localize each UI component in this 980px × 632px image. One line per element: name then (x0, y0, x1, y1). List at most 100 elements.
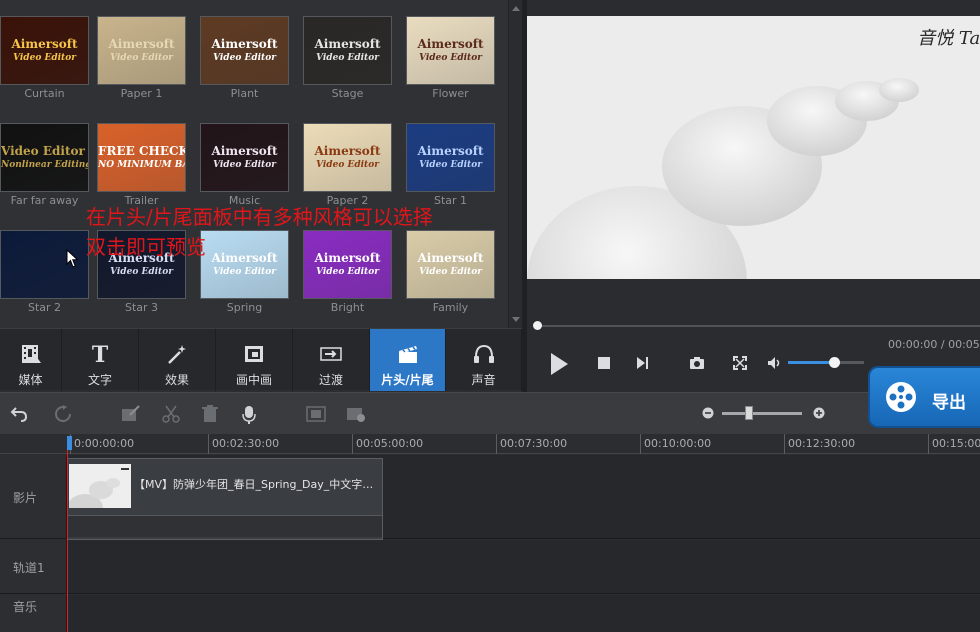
volume-level (788, 361, 834, 364)
tab-label: 文字 (87, 373, 112, 387)
template-thumbnail[interactable]: Aimersoft Video Editor (303, 16, 392, 85)
film-strip-icon (19, 343, 43, 365)
picture-in-picture-icon (242, 343, 266, 365)
scroll-up-icon[interactable] (512, 6, 520, 11)
template-thumbnail[interactable]: Aimersoft Video Editor (97, 16, 186, 85)
template-preview-subtitle: Video Editor (213, 267, 276, 277)
undo-icon[interactable] (10, 405, 28, 423)
zoom-handle[interactable] (745, 406, 753, 420)
ruler-label: 00:12:30:00 (788, 437, 856, 450)
seek-bar[interactable] (533, 321, 980, 330)
play-icon[interactable] (548, 351, 570, 377)
stop-icon[interactable] (597, 356, 611, 370)
timeline-ruler[interactable]: 0:00:00:00 00:02:30:00 00:05:00:00 00:07:30… (0, 434, 980, 454)
cut-icon[interactable] (162, 405, 180, 423)
template-preview-title: Aimersoft (211, 251, 278, 265)
tab-picture-in-picture[interactable]: 画中画 (216, 329, 293, 391)
template-label: Far far away (10, 194, 79, 207)
template-label: Spring (226, 301, 263, 314)
template-thumbnail[interactable]: Aimersoft Video Editor (200, 123, 289, 192)
tab-headphones[interactable]: 声音 (446, 329, 522, 391)
template-preview-subtitle: NO MINIMUM BALANCE FEES (98, 160, 185, 170)
zoom-out-icon[interactable] (702, 407, 714, 419)
template-preview-subtitle: Video Editor (419, 160, 482, 170)
ruler-label: 00:10:00:00 (644, 437, 712, 450)
template-thumbnail[interactable]: Video Editor Software Nonlinear Editing (0, 123, 89, 192)
track-header: 音乐 (0, 595, 67, 632)
export-button[interactable]: 导出 (868, 366, 980, 428)
seek-handle[interactable] (533, 321, 542, 330)
template-thumbnail[interactable]: Aimersoft Video Editor (406, 230, 495, 299)
template-preview-title: Aimersoft (108, 37, 175, 51)
library-scrollbar[interactable] (508, 0, 522, 328)
tab-transition[interactable]: 过渡 (293, 329, 370, 391)
template-label: Paper 1 (120, 87, 163, 100)
template-thumbnail[interactable]: FREE CHECKING NO MINIMUM BALANCE FEES (97, 123, 186, 192)
template-preview-title: Aimersoft (211, 37, 278, 51)
template-thumbnail[interactable]: Aimersoft Video Editor (406, 16, 495, 85)
track-header: 影片 (0, 455, 67, 538)
zoom-slider[interactable] (722, 412, 802, 415)
video-editor-window: Aimersoft Video Editor Curtain Aimersoft Vid… (0, 0, 980, 632)
preview-screen[interactable]: 音悦 Tai (527, 16, 980, 279)
microphone-icon[interactable] (241, 405, 257, 425)
edit-icon[interactable] (121, 405, 141, 423)
track-header: 轨道1 (0, 540, 67, 593)
video-clip[interactable]: 【MV】防弹少年团_春日_Spring_Day_中文字幕_... (67, 458, 383, 540)
template-thumbnail[interactable]: Aimersoft Video Editor (303, 123, 392, 192)
template-label: Bright (330, 301, 365, 314)
template-preview-subtitle: Video Editor (316, 160, 379, 170)
ruler-tick (352, 434, 353, 454)
template-preview-title: Aimersoft (314, 37, 381, 51)
next-frame-icon[interactable] (635, 356, 649, 370)
track-overlay-1: 轨道1 (0, 540, 980, 594)
template-thumbnail[interactable]: Aimersoft Video Editor (200, 16, 289, 85)
clapperboard-icon (396, 343, 420, 365)
settings-icon[interactable] (346, 405, 366, 423)
template-label: Stage (331, 87, 364, 100)
tab-label: 片头/片尾 (381, 373, 434, 387)
tab-label: 媒体 (18, 373, 43, 387)
template-preview-subtitle: Video Editor (13, 53, 76, 63)
track-music: 音乐 (0, 595, 980, 632)
tab-text-t[interactable]: T 文字 (62, 329, 139, 391)
volume-slider[interactable] (788, 357, 864, 368)
transition-icon (319, 343, 343, 365)
mouse-cursor-icon (66, 249, 79, 268)
tab-film-strip[interactable]: 媒体 (0, 329, 62, 391)
ruler-tick (496, 434, 497, 454)
template-preview-title: Aimersoft (417, 251, 484, 265)
volume-icon[interactable] (767, 356, 783, 370)
template-thumbnail[interactable]: Aimersoft Video Editor (406, 123, 495, 192)
tab-magic-wand[interactable]: 效果 (139, 329, 216, 391)
template-thumbnail[interactable]: Aimersoft Video Editor (200, 230, 289, 299)
svg-text:T: T (92, 343, 109, 365)
playhead-line[interactable] (67, 436, 68, 632)
panel-tabs: 媒体 T 文字 效果 画中画 过渡 片头/片尾 声音 (0, 328, 522, 391)
template-preview-title: Aimersoft (417, 144, 484, 158)
template-preview-title: Video Editor Software (1, 144, 88, 158)
zoom-in-icon[interactable] (813, 407, 825, 419)
template-preview-subtitle: Video Editor (419, 53, 482, 63)
delete-icon[interactable] (201, 405, 219, 423)
crop-icon[interactable] (306, 405, 326, 423)
fullscreen-icon[interactable] (733, 356, 747, 370)
tab-label: 声音 (471, 373, 496, 387)
redo-icon[interactable] (54, 405, 72, 423)
video-watermark: 音悦 Tai (917, 28, 980, 49)
template-label: Paper 2 (326, 194, 369, 207)
ruler-label: 00:02:30:00 (212, 437, 280, 450)
template-thumbnail[interactable]: Aimersoft Video Editor (303, 230, 392, 299)
template-label: Star 1 (433, 194, 468, 207)
snapshot-icon[interactable] (689, 356, 705, 370)
track-name-music: 音乐 (13, 600, 38, 614)
volume-handle[interactable] (828, 357, 840, 368)
scroll-down-icon[interactable] (512, 317, 520, 322)
template-label: Star 3 (124, 301, 159, 314)
template-label: Trailer (124, 194, 159, 207)
preview-frame-image (527, 16, 980, 279)
tab-clapperboard[interactable]: 片头/片尾 (370, 329, 446, 391)
template-thumbnail[interactable]: Aimersoft Video Editor (97, 230, 186, 299)
template-thumbnail[interactable]: Aimersoft Video Editor (0, 16, 89, 85)
playhead-handle[interactable] (67, 436, 72, 450)
